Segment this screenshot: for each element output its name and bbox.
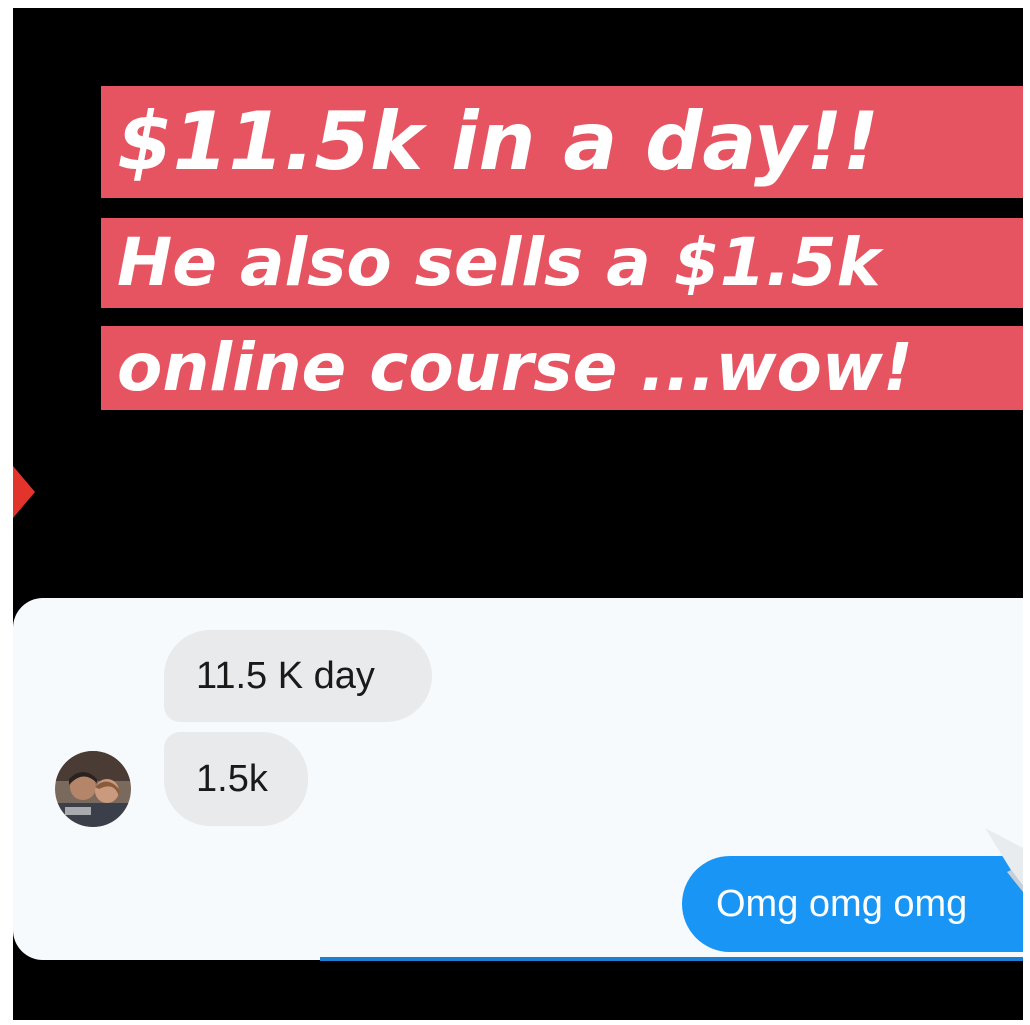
incoming-message[interactable]: 1.5k — [164, 732, 308, 826]
chat-panel: 11.5 K day 1.5k Omg omg omg — [13, 598, 1023, 960]
incoming-message[interactable]: 11.5 K day — [164, 630, 432, 722]
banner-line-2: He also sells a $1.5k — [101, 218, 1023, 308]
avatar[interactable] — [55, 751, 131, 827]
banner-line-3: online course ...wow! — [101, 326, 1023, 410]
arrow-right-icon — [13, 466, 35, 518]
send-icon[interactable] — [981, 826, 1023, 892]
outgoing-message[interactable]: Omg omg omg — [682, 856, 1023, 952]
divider — [320, 957, 1023, 961]
banner-line-1: $11.5k in a day!! — [101, 86, 1023, 198]
